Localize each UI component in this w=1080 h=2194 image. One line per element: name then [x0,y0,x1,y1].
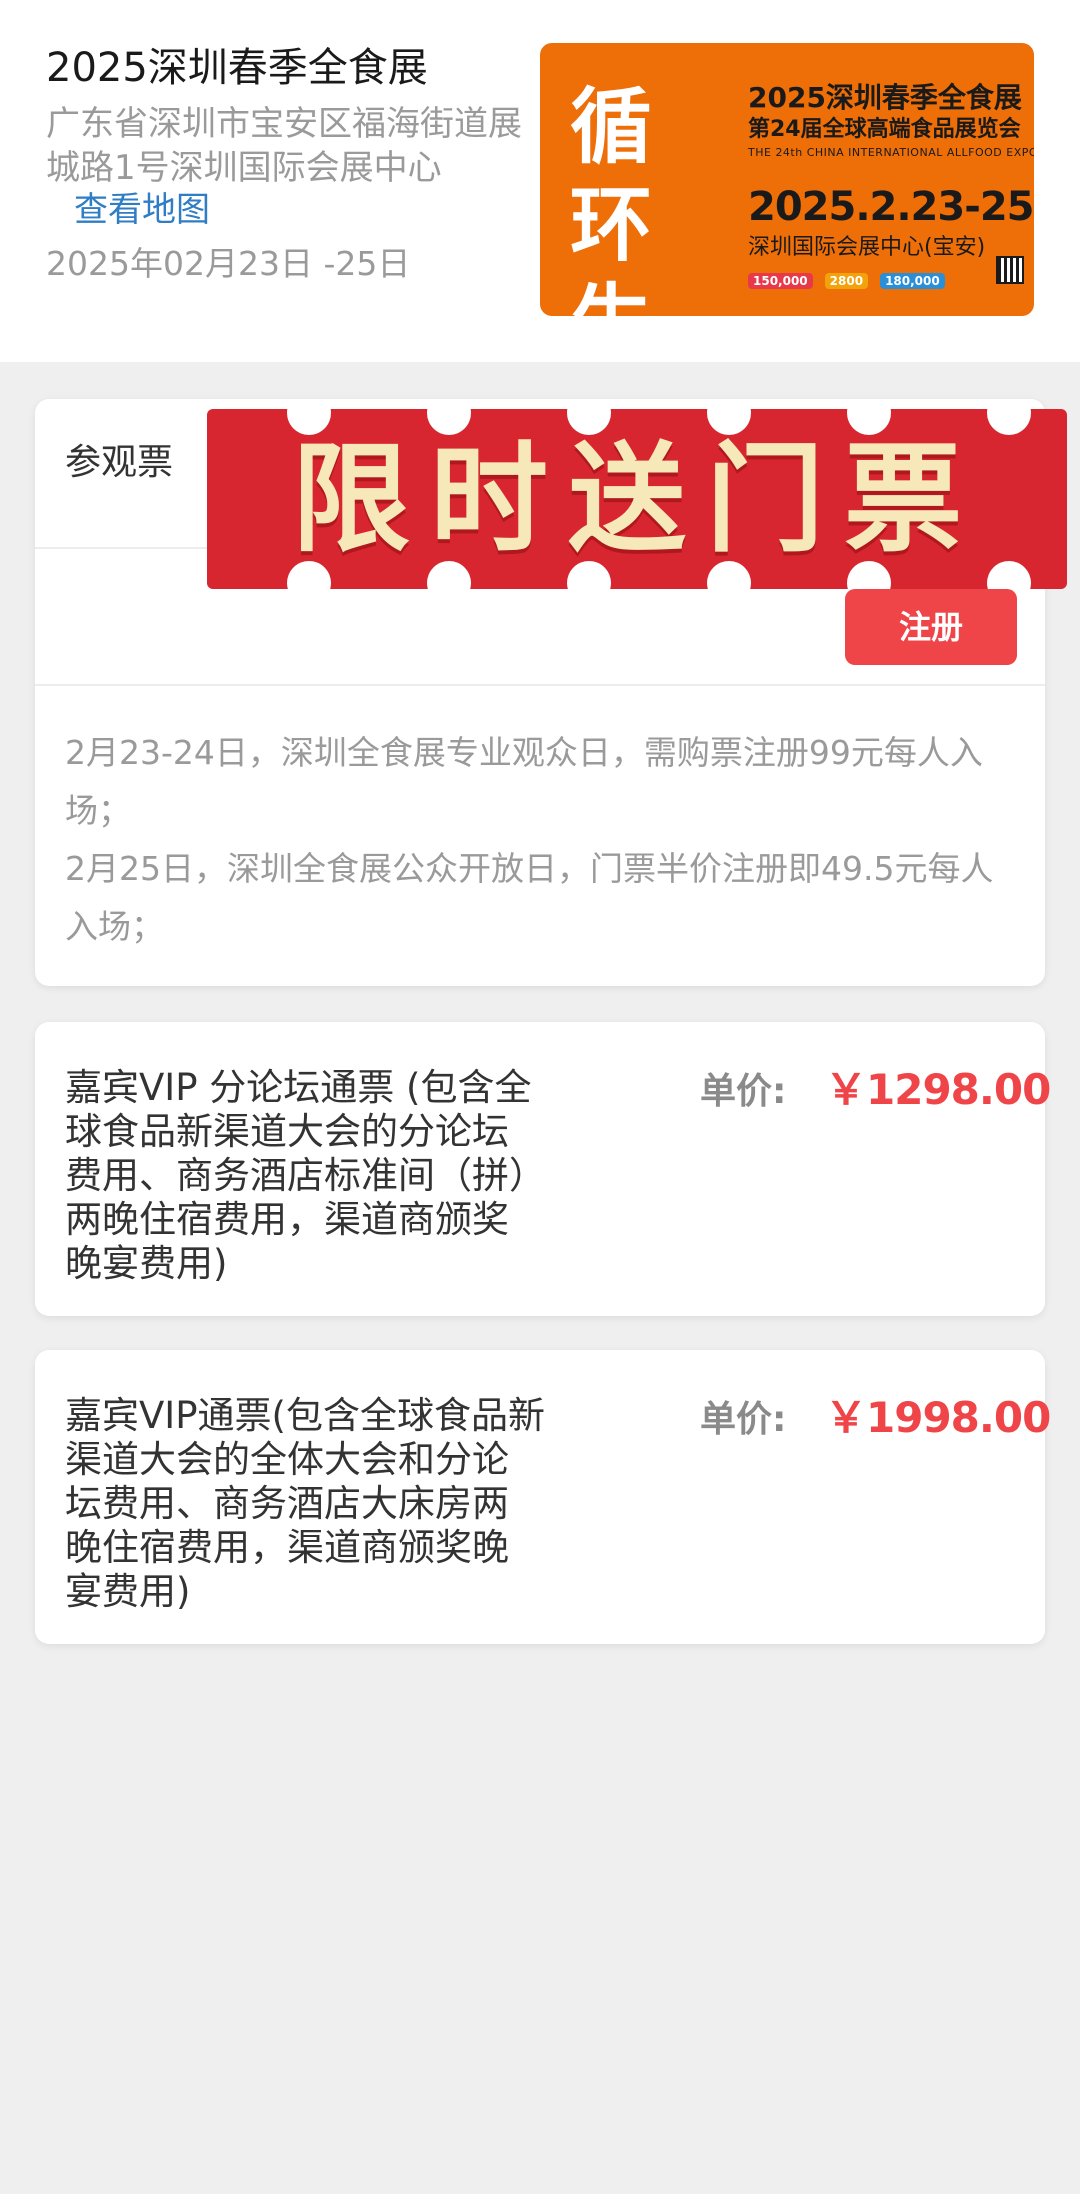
banner-date: 2025.2.23-25 [748,184,1034,230]
visitor-ticket-label: 参观票 [65,442,174,483]
banner-info: 2025深圳春季全食展 第24届全球高端食品展览会 THE 24th CHINA… [748,81,1034,289]
event-header: 2025深圳春季全食展 广东省深圳市宝安区福海街道展城路1号深圳国际会展中心 查… [0,0,1080,362]
event-date: 2025年02月23日 -25日 [46,244,411,283]
banner-title: 2025深圳春季全食展 [748,81,1022,114]
promo-banner: 限时送门票 [207,409,1067,589]
banner-stat: 2800 [824,273,869,289]
vip-ticket-name: 嘉宾VIP 分论坛通票 (包含全球食品新渠道大会的分论坛费用、商务酒店标准间（拼… [65,1066,532,1285]
price-label: 单价: [700,1399,787,1440]
qr-code-icon [996,256,1024,284]
visitor-ticket-card: 参观票 限时送门票 注册 2月23-24日，深圳全食展专业观众日，需购票注册99… [35,399,1067,986]
ticket-note: 2月23-24日，深圳全食展专业观众日，需购票注册99元每人入场； 2月25日，… [65,724,1025,956]
promo-text: 限时送门票 [291,429,982,568]
vip-ticket-name: 嘉宾VIP通票(包含全球食品新渠道大会的全体大会和分论坛费用、商务酒店大床房两晚… [65,1394,545,1613]
banner-english-title: THE 24th CHINA INTERNATIONAL ALLFOOD EXP… [748,146,1034,159]
event-banner-image[interactable]: 循环生长 2025深圳春季全食展 第24届全球高端食品展览会 THE 24th … [540,43,1034,316]
price-value: ￥1298.00 [825,1065,1051,1114]
ticket-note-line: 2月23-24日，深圳全食展专业观众日，需购票注册99元每人入场； [65,733,983,830]
banner-venue: 深圳国际会展中心(宝安) [748,235,986,260]
price-value: ￥1998.00 [825,1393,1051,1442]
view-map-link[interactable]: 查看地图 [74,188,210,232]
vip-ticket-card[interactable]: 嘉宾VIP 分论坛通票 (包含全球食品新渠道大会的分论坛费用、商务酒店标准间（拼… [35,1022,1051,1316]
divider [35,684,1045,686]
banner-slogan: 循环生长 [570,80,657,316]
banner-stat: 150,000 [748,273,813,289]
event-address: 广东省深圳市宝安区福海街道展城路1号深圳国际会展中心 [46,104,522,188]
ticket-note-line: 2月25日，深圳全食展公众开放日，门票半价注册即49.5元每人入场； [65,849,994,946]
banner-stat: 180,000 [880,273,945,289]
vip-ticket-card[interactable]: 嘉宾VIP通票(包含全球食品新渠道大会的全体大会和分论坛费用、商务酒店大床房两晚… [35,1350,1051,1644]
price-label: 单价: [700,1071,787,1112]
event-title: 2025深圳春季全食展 [46,45,428,91]
register-button[interactable]: 注册 [845,589,1017,665]
banner-subtitle: 第24届全球高端食品展览会 [748,117,1021,142]
banner-stats: 150,000 2800 180,000 [748,273,1028,289]
